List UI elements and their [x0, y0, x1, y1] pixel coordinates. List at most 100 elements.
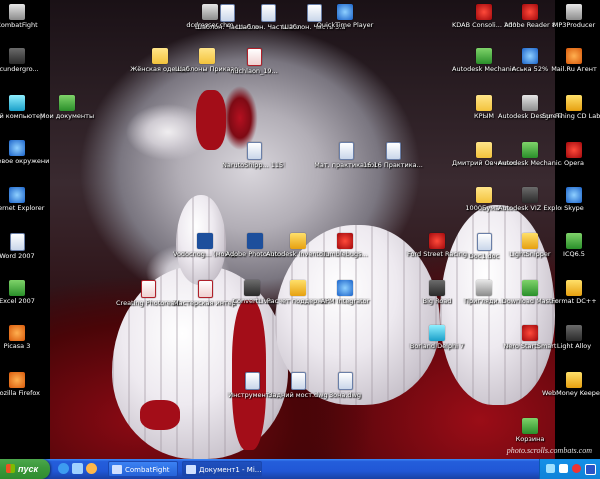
folder-icon: [476, 187, 492, 203]
folder-icon: [152, 48, 168, 64]
desktop-icon[interactable]: Mozilla Firefox: [0, 372, 49, 398]
windows-flag-icon: [6, 464, 15, 473]
desktop-icon[interactable]: MP3Producer: [542, 4, 600, 30]
desktop-icon[interactable]: Format DC++: [542, 280, 600, 306]
quicklaunch-desktop-icon[interactable]: [72, 463, 83, 474]
taskbar-button-combatfight[interactable]: CombatFight: [108, 461, 178, 477]
desktop-icon[interactable]: WebMoney Keeper Clas...: [542, 372, 600, 398]
excel-icon: [9, 280, 25, 296]
video-file-icon: [260, 4, 276, 22]
autodesk-icon: [522, 142, 538, 158]
icq-icon: [522, 48, 538, 64]
desktop-icon[interactable]: Internet Explorer: [0, 187, 49, 213]
task-label: CombatFight: [125, 466, 170, 474]
desktop-icon-label: Корзина: [515, 436, 545, 443]
taskbar-button-document[interactable]: Документ1 - Mi...: [182, 461, 262, 477]
desktop-icon[interactable]: QuickTime Player: [313, 4, 377, 30]
download-master-icon: [522, 280, 538, 296]
desktop-icon-label: Picasa 3: [3, 343, 31, 350]
desktop-icon[interactable]: Picasa 3: [0, 325, 49, 351]
pdf-icon: [246, 48, 262, 66]
desktop-icon-label: Excel 2007: [0, 298, 35, 305]
computer-icon: [9, 95, 25, 111]
network-icon: [9, 140, 25, 156]
pdf-icon: [197, 280, 213, 298]
start-label: пуск: [18, 464, 39, 474]
desktop-icon[interactable]: Creating Photorealisti...: [116, 280, 180, 308]
program-icon: [522, 233, 538, 249]
desktop-icon[interactable]: APM Integrator: [313, 280, 377, 306]
desktop-icon[interactable]: Сетевое окружение: [0, 140, 49, 166]
desktop-icon-label: APM Integrator: [320, 298, 370, 305]
desktop-icon-label: Сетевое окружение: [0, 158, 49, 165]
desktop-icon[interactable]: Зона.dwg: [313, 372, 377, 400]
combatfight-icon: [9, 4, 25, 20]
desktop-icon[interactable]: Word 2007: [0, 233, 49, 261]
system-tray: [539, 459, 600, 479]
photoshop-icon: [197, 233, 213, 249]
photoshop-icon: [247, 233, 263, 249]
desktop-icon-label: dcundergro...: [0, 66, 39, 73]
cd-labeler-icon: [566, 95, 582, 111]
webmoney-icon: [566, 372, 582, 388]
firefox-icon: [9, 372, 25, 388]
desktop-icon[interactable]: NarutoShipp... 115 RusSub...: [222, 142, 286, 170]
desktop-icon-label: Skype: [564, 205, 584, 212]
desktop-icon-label: Tumblebugs...: [322, 251, 368, 258]
desktop-icon[interactable]: CombatFight: [0, 4, 49, 30]
quicklaunch-ie-icon[interactable]: [58, 463, 69, 474]
desktop[interactable]: CombatFightdcundergro...Мой компьютерСет…: [0, 0, 600, 459]
word-icon: [9, 233, 25, 251]
desktop-icon[interactable]: Light Alloy: [542, 325, 600, 351]
video-file-icon: [246, 142, 262, 160]
desktop-icon[interactable]: Мои документы: [35, 95, 99, 121]
light-alloy-icon: [566, 325, 582, 341]
mailru-agent-icon: [566, 48, 582, 64]
program-icon: [476, 4, 492, 20]
racing-game-icon: [429, 233, 445, 249]
desktop-icon[interactable]: nuchlaon_19...: [222, 48, 286, 76]
tray-volume-icon[interactable]: [559, 464, 568, 473]
desktop-icon[interactable]: Skype: [542, 187, 600, 213]
desktop-icon[interactable]: Borland Delphi 7: [405, 325, 469, 351]
calc-icon: [290, 280, 306, 296]
desktop-icon[interactable]: Opera: [542, 142, 600, 168]
desktop-icon-label: Borland Delphi 7: [409, 343, 465, 350]
dwg-icon: [290, 372, 306, 390]
tray-antivirus-icon[interactable]: [572, 464, 581, 473]
autodesk-icon: [522, 95, 538, 111]
taskbar: пуск CombatFight Документ1 - Mi...: [0, 459, 600, 479]
quicklaunch-media-icon[interactable]: [86, 463, 97, 474]
desktop-icon-label: Mozilla Firefox: [0, 390, 40, 397]
picasa-icon: [9, 325, 25, 341]
ie-icon: [9, 187, 25, 203]
desktop-icon-label: Мои документы: [39, 113, 95, 120]
desktop-icon-label: QuickTime Player: [316, 22, 374, 29]
word-doc-icon: [476, 233, 492, 251]
wallpaper-blood-3: [196, 90, 226, 150]
desktop-icon-label: Mail.Ru Агент: [551, 66, 597, 73]
quicktime-icon: [337, 4, 353, 20]
desktop-icon[interactable]: 16.16 Практика...: [361, 142, 425, 170]
desktop-icon-label: nuchlaon_19...: [230, 68, 278, 75]
start-button[interactable]: пуск: [0, 459, 50, 479]
video-file-icon: [219, 4, 235, 22]
desktop-icon-label: 16.16 Практика...: [363, 162, 423, 169]
desktop-icon[interactable]: Excel 2007: [0, 280, 49, 306]
tray-network-icon[interactable]: [546, 464, 555, 473]
opera-icon: [566, 142, 582, 158]
desktop-icon[interactable]: Tumblebugs...: [313, 233, 377, 259]
tray-language-icon[interactable]: [585, 464, 596, 475]
inventor-icon: [290, 233, 306, 249]
word-doc-icon: [338, 142, 354, 160]
dwg-icon: [337, 372, 353, 390]
desktop-icon[interactable]: Mail.Ru Агент: [542, 48, 600, 74]
desktop-icon[interactable]: Корзина: [498, 418, 562, 444]
desktop-icon[interactable]: ICQ6.5: [542, 233, 600, 259]
desktop-icon[interactable]: SureThing CD Labeler Delu...: [542, 95, 600, 121]
desktop-icon[interactable]: dcundergro...: [0, 48, 49, 74]
delphi-icon: [429, 325, 445, 341]
desktop-icon-label: Word 2007: [0, 253, 35, 260]
folder-icon: [476, 95, 492, 111]
word-icon: [186, 465, 196, 474]
